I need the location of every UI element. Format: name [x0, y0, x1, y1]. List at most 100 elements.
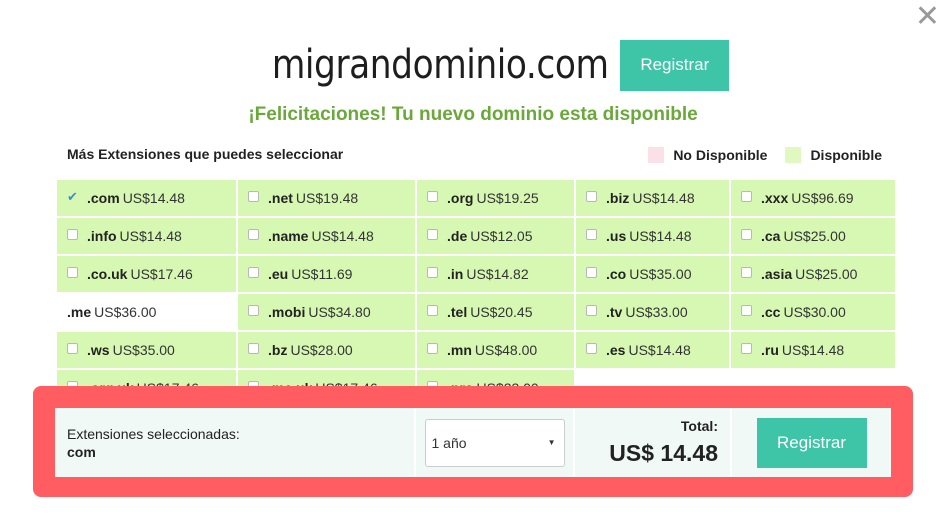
extension-option[interactable]: .me US$36.00: [57, 294, 236, 330]
extension-price: US$19.48: [295, 190, 359, 206]
selected-extensions-label: Extensiones seleccionadas:: [67, 425, 240, 442]
extension-price: US$36.00: [94, 304, 157, 320]
close-icon[interactable]: ✕: [915, 2, 940, 32]
extension-option[interactable]: .co US$35.00: [576, 256, 729, 292]
extension-price: US$35.00: [112, 342, 175, 358]
extension-option[interactable]: .net US$19.48: [238, 180, 415, 216]
extension-price: US$12.05: [470, 228, 533, 244]
extension-option[interactable]: .info US$14.48: [57, 218, 236, 254]
extension-name: .ca: [761, 228, 781, 244]
checkbox[interactable]: [586, 190, 597, 202]
period-value: 1 año: [431, 434, 467, 451]
checkbox[interactable]: [586, 342, 597, 354]
extension-name: .info: [87, 228, 117, 244]
extension-price: US$30.00: [783, 304, 846, 320]
header: migrandominio.com Registrar: [0, 30, 946, 100]
available-swatch: [785, 147, 802, 163]
checkbox[interactable]: [427, 266, 438, 278]
extension-option[interactable]: .org US$19.25: [417, 180, 574, 216]
extension-option[interactable]: .xxx US$96.69: [731, 180, 895, 216]
extension-price: US$48.00: [474, 342, 538, 358]
extension-name: .org: [447, 190, 474, 206]
extension-option[interactable]: .tel US$20.45: [417, 294, 574, 330]
checkbox[interactable]: [67, 266, 78, 278]
checkbox[interactable]: [67, 228, 78, 240]
register-button-bottom[interactable]: Registrar: [756, 417, 867, 468]
extension-price: US$20.45: [470, 304, 533, 320]
extension-option[interactable]: .tv US$33.00: [576, 294, 729, 330]
extension-name: .es: [606, 342, 626, 358]
extension-option[interactable]: .ws US$35.00: [57, 332, 236, 368]
extension-name: .xxx: [761, 190, 789, 206]
checkbox[interactable]: [586, 266, 597, 278]
checkbox[interactable]: [427, 342, 438, 354]
extension-option[interactable]: .biz US$14.48: [576, 180, 729, 216]
checkbox[interactable]: [741, 266, 752, 278]
extension-option[interactable]: .ca US$25.00: [731, 218, 895, 254]
checkbox[interactable]: [427, 304, 438, 316]
extension-name: .eu: [268, 266, 289, 282]
checkbox[interactable]: [741, 342, 752, 354]
checkmark-icon[interactable]: ✔: [67, 190, 78, 203]
extension-option[interactable]: .bz US$28.00: [238, 332, 415, 368]
checkbox[interactable]: [741, 304, 752, 316]
more-extensions-heading: Más Extensiones que puedes seleccionar: [67, 146, 344, 162]
extension-option[interactable]: .in US$14.82: [417, 256, 574, 292]
checkbox[interactable]: [67, 342, 78, 354]
extension-name: .mobi: [268, 304, 306, 320]
caret-down-icon: ▼: [547, 438, 556, 447]
register-button-top[interactable]: Registrar: [620, 39, 730, 91]
selected-extensions: Extensiones seleccionadas: com: [55, 408, 414, 477]
extension-price: US$14.82: [466, 266, 529, 282]
domain-name: migrandominio.com: [271, 42, 609, 88]
extension-option[interactable]: .ru US$14.48: [731, 332, 895, 368]
extension-name: .co: [606, 266, 627, 282]
extension-price: US$14.48: [119, 228, 182, 244]
footer-bar: Extensiones seleccionadas: com 1 año ▼ T…: [55, 408, 891, 477]
checkbox[interactable]: [427, 228, 438, 240]
extension-name: .ru: [761, 342, 779, 358]
selected-extensions-value: com: [67, 443, 96, 460]
extension-name: .us: [606, 228, 627, 244]
extension-option[interactable]: .asia US$25.00: [731, 256, 895, 292]
extension-name: .me: [67, 304, 92, 320]
extension-name: .co.uk: [87, 266, 128, 282]
extension-option[interactable]: .cc US$30.00: [731, 294, 895, 330]
checkbox[interactable]: [248, 190, 259, 202]
extension-option[interactable]: .us US$14.48: [576, 218, 729, 254]
extension-option[interactable]: .es US$14.48: [576, 332, 729, 368]
extension-option[interactable]: .de US$12.05: [417, 218, 574, 254]
checkbox[interactable]: [248, 228, 259, 240]
checkbox[interactable]: [586, 228, 597, 240]
checkbox[interactable]: [427, 190, 438, 202]
period-select[interactable]: 1 año ▼: [424, 418, 565, 467]
extension-option[interactable]: .name US$14.48: [238, 218, 415, 254]
extension-option[interactable]: .mobi US$34.80: [238, 294, 415, 330]
legend: No Disponible Disponible: [648, 147, 882, 163]
extension-price: US$14.48: [781, 342, 845, 358]
total-cell: Total: US$ 14.48: [575, 408, 730, 477]
checkbox[interactable]: [741, 190, 752, 202]
checkbox[interactable]: [586, 304, 597, 316]
extension-name: .name: [268, 228, 309, 244]
checkbox[interactable]: [248, 304, 259, 316]
extension-price: US$96.69: [791, 190, 854, 206]
extension-name: .biz: [606, 190, 630, 206]
extension-name: .cc: [761, 304, 781, 320]
extension-option[interactable]: ✔ .com US$14.48: [57, 180, 236, 216]
checkbox[interactable]: [741, 228, 752, 240]
extension-price: US$14.48: [311, 228, 374, 244]
extension-option[interactable]: .mn US$48.00: [417, 332, 574, 368]
extension-name: .tel: [447, 304, 468, 320]
extension-name: .mn: [447, 342, 472, 358]
extension-price: US$25.00: [795, 266, 858, 282]
extension-price: US$34.80: [308, 304, 371, 320]
extension-option[interactable]: .eu US$11.69: [238, 256, 415, 292]
extension-option[interactable]: .co.uk US$17.46: [57, 256, 236, 292]
checkbox[interactable]: [248, 266, 259, 278]
extension-price: US$35.00: [629, 266, 692, 282]
extension-price: US$14.48: [122, 190, 185, 206]
extension-price: US$14.48: [632, 190, 695, 206]
extension-name: .com: [87, 190, 120, 206]
checkbox[interactable]: [248, 342, 259, 354]
